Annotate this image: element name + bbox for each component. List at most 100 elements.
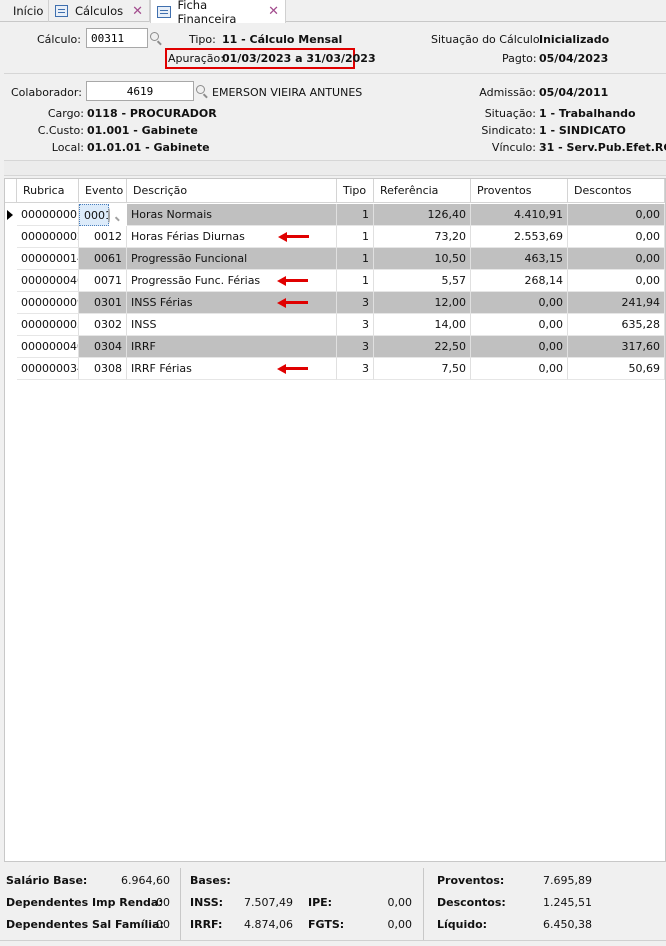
panel-separator [4, 160, 666, 176]
table-row[interactable]: 000000002 0012 Horas Férias Diurnas 1 73… [5, 226, 665, 248]
apuracao-label: Apuração: [168, 52, 224, 65]
cell-descontos: 0,00 [568, 226, 665, 248]
cell-tipo: 1 [337, 248, 374, 270]
local-value: 01.01.01 - Gabinete [87, 141, 210, 154]
cell-descontos: 50,69 [568, 358, 665, 380]
cell-referencia: 5,57 [374, 270, 471, 292]
pagto-label: Pagto: [502, 52, 537, 65]
fgts-label: FGTS: [308, 918, 345, 931]
cell-evento: 0304 [79, 336, 127, 358]
apuracao-value: 01/03/2023 a 31/03/2023 [222, 52, 376, 65]
column-header-descontos[interactable]: Descontos [568, 179, 665, 203]
table-row[interactable]: 000000003 0302 INSS 3 14,00 0,00 635,28 [5, 314, 665, 336]
cell-proventos: 4.410,91 [471, 204, 568, 226]
table-row[interactable]: 000000009 0301 INSS Férias 3 12,00 0,00 … [5, 292, 665, 314]
rubricas-grid[interactable]: Rubrica Evento Descrição Tipo Referência… [4, 178, 666, 862]
ipe-value: 0,00 [387, 896, 413, 909]
inss-base-label: INSS: [190, 896, 224, 909]
close-icon[interactable]: ✕ [268, 5, 279, 18]
cell-rubrica: 000000040 [17, 336, 79, 358]
colaborador-value: 4619 [126, 84, 154, 98]
cell-descricao: Horas Normais [127, 204, 337, 226]
footer-divider [423, 868, 424, 940]
cell-proventos: 0,00 [471, 292, 568, 314]
table-row[interactable]: 000000046 0071 Progressão Func. Férias 1… [5, 270, 665, 292]
cell-evento: 0061 [79, 248, 127, 270]
cell-evento: 0301 [79, 292, 127, 314]
cell-evento: 0012 [79, 226, 127, 248]
cell-proventos: 268,14 [471, 270, 568, 292]
tab-label: Ficha Financeira [177, 0, 237, 26]
tab-bar: Início Cálculos ✕ Ficha Financeira ✕ [0, 0, 666, 26]
cell-rubrica: 000000046 [17, 270, 79, 292]
liquido-label: Líquido: [437, 918, 488, 931]
cell-proventos: 0,00 [471, 336, 568, 358]
cell-rubrica: 000000014 [17, 248, 79, 270]
close-icon[interactable]: ✕ [132, 5, 143, 18]
cell-referencia: 7,50 [374, 358, 471, 380]
inss-base-value: 7.507,49 [244, 896, 293, 909]
salario-base-value: 6.964,60 [121, 874, 170, 887]
bases-label: Bases: [190, 874, 231, 887]
tab-calculos[interactable]: Cálculos ✕ [49, 0, 150, 22]
cell-evento[interactable]: 0001 [79, 204, 109, 226]
window-icon [157, 5, 171, 18]
cell-rubrica: 000000009 [17, 292, 79, 314]
cell-referencia: 12,00 [374, 292, 471, 314]
cell-descontos: 317,60 [568, 336, 665, 358]
calculo-search-button[interactable] [147, 28, 165, 48]
cell-rubrica: 000000001 [17, 204, 79, 226]
cell-referencia: 10,50 [374, 248, 471, 270]
colaborador-search-button[interactable] [193, 81, 211, 101]
fgts-value: 0,00 [387, 918, 413, 931]
cell-rubrica: 000000003 [17, 314, 79, 336]
tab-inicio[interactable]: Início [0, 0, 49, 22]
descontos-total-value: 1.245,51 [543, 896, 592, 909]
cell-evento: 0308 [79, 358, 127, 380]
current-row-indicator-icon [7, 210, 13, 220]
cell-descricao: IRRF [127, 336, 337, 358]
footer-divider [180, 868, 181, 940]
calculo-label: Cálculo: [37, 33, 81, 46]
cell-tipo: 1 [337, 226, 374, 248]
column-header-rubrica[interactable]: Rubrica [17, 179, 79, 203]
pagto-value: 05/04/2023 [539, 52, 609, 65]
proventos-total-value: 7.695,89 [543, 874, 592, 887]
cell-descontos: 635,28 [568, 314, 665, 336]
search-icon [150, 32, 159, 41]
cell-descontos: 241,94 [568, 292, 665, 314]
calculo-input[interactable]: 00311 [86, 28, 148, 48]
column-header-proventos[interactable]: Proventos [471, 179, 568, 203]
table-row[interactable]: 000000014 0061 Progressão Funcional 1 10… [5, 248, 665, 270]
column-header-referencia[interactable]: Referência [374, 179, 471, 203]
cell-referencia: 22,50 [374, 336, 471, 358]
cell-descricao: INSS [127, 314, 337, 336]
table-row[interactable]: 000000040 0304 IRRF 3 22,50 0,00 317,60 [5, 336, 665, 358]
cell-proventos: 0,00 [471, 358, 568, 380]
table-row[interactable]: 000000034 0308 IRRF Férias 3 7,50 0,00 5… [5, 358, 665, 380]
cell-referencia: 73,20 [374, 226, 471, 248]
search-icon [196, 85, 205, 94]
table-row[interactable]: 000000001 0001 Horas Normais 1 126,40 4.… [5, 204, 665, 226]
status-strip [0, 940, 666, 946]
row-indicator-header [5, 179, 17, 203]
column-header-descricao[interactable]: Descrição [127, 179, 337, 203]
colaborador-input[interactable]: 4619 [86, 81, 194, 101]
tab-ficha-financeira[interactable]: Ficha Financeira ✕ [150, 0, 286, 26]
cargo-value: 0118 - PROCURADOR [87, 107, 217, 120]
tab-label: Início [13, 4, 44, 18]
totals-footer: Salário Base: 6.964,60 Dependentes Imp R… [0, 864, 666, 946]
irrf-base-label: IRRF: [190, 918, 223, 931]
dep-sal-familia-value: 00 [156, 918, 170, 931]
sindicato-label: Sindicato: [481, 124, 536, 137]
cell-tipo: 3 [337, 314, 374, 336]
column-header-tipo[interactable]: Tipo [337, 179, 374, 203]
liquido-value: 6.450,38 [543, 918, 592, 931]
vinculo-value: 31 - Serv.Pub.Efet.RGPS [539, 141, 666, 154]
employee-panel: Colaborador: 4619 EMERSON VIEIRA ANTUNES… [4, 73, 666, 159]
column-header-evento[interactable]: Evento [79, 179, 127, 203]
grid-header: Rubrica Evento Descrição Tipo Referência… [5, 179, 665, 203]
cell-proventos: 0,00 [471, 314, 568, 336]
dep-imp-renda-value: 00 [156, 896, 170, 909]
cell-tipo: 3 [337, 358, 374, 380]
